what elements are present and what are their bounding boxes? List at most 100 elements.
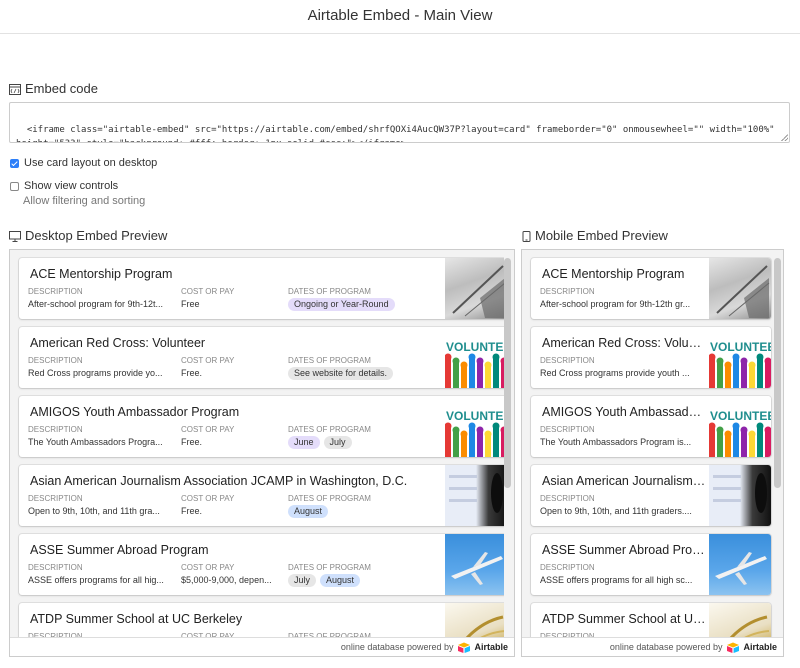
desktop-preview-heading: Desktop Embed Preview	[9, 228, 167, 243]
description-value: Open to 9th, 10th, and 11th graders....	[540, 506, 692, 516]
description-label: DESCRIPTION	[540, 356, 595, 365]
card-title[interactable]: AMIGOS Youth Ambassador Program	[30, 405, 430, 419]
mobile-preview-frame[interactable]: ACE Mentorship Program DESCRIPTION After-s…	[521, 249, 784, 657]
airtable-brand[interactable]: Airtable	[743, 642, 777, 652]
description-label: DESCRIPTION	[540, 425, 595, 434]
window-title: Airtable Embed - Main View	[307, 7, 493, 24]
desktop-monitor-icon	[9, 230, 21, 242]
airtable-logo[interactable]: Airtable	[457, 642, 508, 653]
airtable-brand[interactable]: Airtable	[474, 642, 508, 652]
dates-label: DATES OF PROGRAM	[288, 287, 371, 296]
cost-label: COST OR PAY	[181, 356, 235, 365]
cost-label: COST OR PAY	[181, 287, 235, 296]
microphone-image	[445, 465, 507, 526]
airtable-logo[interactable]: Airtable	[726, 642, 777, 653]
desktop-preview-frame[interactable]: ACE Mentorship Program DESCRIPTION COST OR…	[9, 249, 515, 657]
code-icon	[9, 83, 21, 95]
textarea-resize-handle[interactable]	[781, 134, 788, 141]
description-value: The Youth Ambassadors Progra...	[28, 437, 163, 447]
mobile-card[interactable]: American Red Cross: Volunteer DESCRIPTION…	[531, 327, 771, 388]
description-value: Open to 9th, 10th, and 11th gra...	[28, 506, 160, 516]
embed-code-label: Embed code	[25, 81, 98, 96]
card-title[interactable]: ATDP Summer School at UC Berkeley	[542, 612, 708, 626]
embed-code-textarea[interactable]: <iframe class="airtable-embed" src="http…	[9, 102, 790, 143]
mobile-preview-label: Mobile Embed Preview	[535, 228, 668, 243]
card-title[interactable]: ATDP Summer School at UC Berkeley	[30, 612, 430, 626]
desktop-card[interactable]: AMIGOS Youth Ambassador Program DESCRIPTI…	[19, 396, 507, 457]
mobile-scrollbar-thumb[interactable]	[774, 258, 781, 488]
date-pill: July	[288, 574, 317, 587]
embed-code-text[interactable]: <iframe class="airtable-embed" src="http…	[16, 125, 780, 142]
date-pill: June	[288, 436, 320, 449]
card-title[interactable]: American Red Cross: Volunteer	[30, 336, 430, 350]
cost-value: Free.	[181, 437, 203, 447]
airplane-image	[445, 534, 507, 595]
date-pills: See website for details.	[288, 367, 394, 380]
cost-value: $5,000-9,000, depen...	[181, 575, 272, 585]
mobile-scrollbar[interactable]	[774, 254, 781, 646]
desktop-card[interactable]: Asian American Journalism Association JC…	[19, 465, 507, 526]
date-pill: Ongoing or Year-Round	[288, 298, 395, 311]
dates-label: DATES OF PROGRAM	[288, 563, 371, 572]
powered-by-text[interactable]: online database powered by	[341, 642, 454, 652]
cost-value: Free.	[181, 368, 203, 378]
card-title[interactable]: Asian American Journalism Association JC…	[542, 474, 708, 488]
mobile-card[interactable]: Asian American Journalism Association JC…	[531, 465, 771, 526]
embed-code-heading: Embed code	[9, 81, 98, 96]
mobile-card[interactable]: ACE Mentorship Program DESCRIPTION After-s…	[531, 258, 771, 319]
card-title[interactable]: Asian American Journalism Association JC…	[30, 474, 430, 488]
description-label: DESCRIPTION	[28, 494, 83, 503]
mobile-powered-footer[interactable]: online database powered by Airtable	[522, 637, 783, 656]
view-controls-label[interactable]: Show view controls	[24, 180, 118, 192]
card-title[interactable]: American Red Cross: Volunteer	[542, 336, 708, 350]
cost-label: COST OR PAY	[181, 494, 235, 503]
date-pills: Ongoing or Year-Round	[288, 298, 395, 311]
dates-label: DATES OF PROGRAM	[288, 494, 371, 503]
description-value: After-school program for 9th-12t...	[28, 299, 164, 309]
mobile-card[interactable]: ASSE Summer Abroad Program DESCRIPTION ASS…	[531, 534, 771, 595]
card-title[interactable]: ACE Mentorship Program	[542, 267, 708, 281]
view-controls-option[interactable]: Show view controls	[10, 180, 118, 192]
description-value: Red Cross programs provide yo...	[28, 368, 163, 378]
mobile-card[interactable]: AMIGOS Youth Ambassador Program DESCRIPTI…	[531, 396, 771, 457]
desktop-card[interactable]: ACE Mentorship Program DESCRIPTION COST OR…	[19, 258, 507, 319]
description-label: DESCRIPTION	[540, 287, 595, 296]
description-label: DESCRIPTION	[28, 563, 83, 572]
airtable-logo-icon	[727, 642, 740, 653]
svg-text:VOLUNTEER: VOLUNTEER	[710, 409, 771, 423]
desktop-card[interactable]: ASSE Summer Abroad Program DESCRIPTION COS…	[19, 534, 507, 595]
desktop-scrollbar-thumb[interactable]	[504, 258, 511, 488]
description-value: ASSE offers programs for all high sc...	[540, 575, 693, 585]
card-layout-label[interactable]: Use card layout on desktop	[24, 157, 157, 169]
cost-value: Free.	[181, 506, 203, 516]
cost-value: Free	[181, 299, 200, 309]
card-layout-checkbox[interactable]	[10, 158, 19, 168]
sketch-image	[709, 258, 771, 319]
date-pills: August	[288, 505, 329, 518]
airplane-image	[709, 534, 771, 595]
card-title[interactable]: AMIGOS Youth Ambassador Program	[542, 405, 708, 419]
volunteer-image: VOLUNTEER	[445, 327, 507, 388]
desktop-scrollbar[interactable]	[504, 254, 511, 646]
description-value: After-school program for 9th-12th gr...	[540, 299, 691, 309]
date-pill: July	[323, 436, 352, 449]
desktop-powered-footer[interactable]: online database powered by Airtable	[10, 637, 514, 656]
powered-by-text[interactable]: online database powered by	[610, 642, 723, 652]
airtable-logo-icon	[458, 642, 471, 653]
card-title[interactable]: ACE Mentorship Program	[30, 267, 430, 281]
date-pill: See website for details.	[288, 367, 394, 380]
microphone-image	[709, 465, 771, 526]
view-controls-checkbox[interactable]	[10, 181, 19, 191]
date-pills: June July	[288, 436, 352, 449]
cost-label: COST OR PAY	[181, 563, 235, 572]
svg-text:VOLUNTEER: VOLUNTEER	[710, 340, 771, 354]
card-title[interactable]: ASSE Summer Abroad Program	[542, 543, 708, 557]
cost-label: COST OR PAY	[181, 425, 235, 434]
svg-text:VOLUNTEER: VOLUNTEER	[446, 340, 507, 354]
desktop-card[interactable]: American Red Cross: Volunteer DESCRIPTION…	[19, 327, 507, 388]
card-layout-option[interactable]: Use card layout on desktop	[10, 157, 157, 169]
card-title[interactable]: ASSE Summer Abroad Program	[30, 543, 430, 557]
description-value: Red Cross programs provide youth ...	[540, 368, 690, 378]
volunteer-image: VOLUNTEER	[709, 327, 771, 388]
description-label: DESCRIPTION	[28, 425, 83, 434]
